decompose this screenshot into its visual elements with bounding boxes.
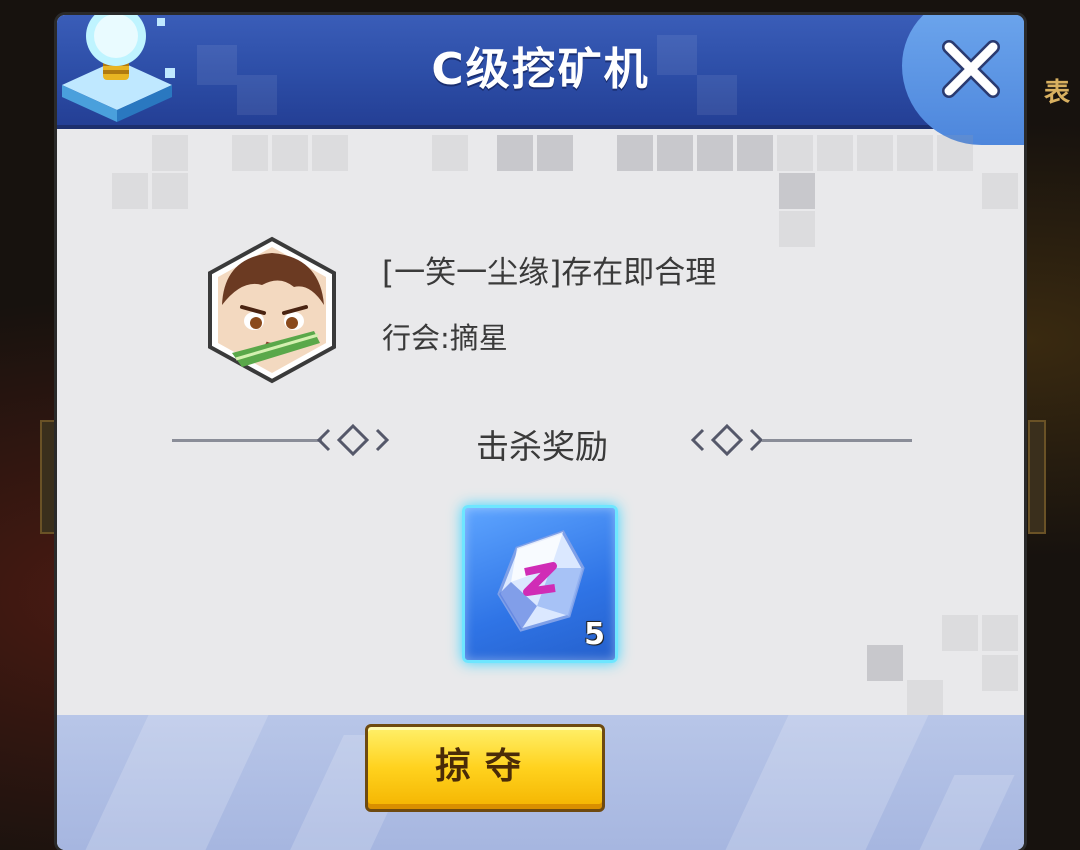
reward-title: 击杀奖励 [476, 427, 608, 466]
player-avatar [208, 236, 336, 384]
background-text: 表 [1044, 78, 1071, 108]
divider-right-line [762, 439, 912, 442]
reward-item-slot[interactable]: 5 [462, 505, 618, 663]
lightbulb-icon [62, 15, 175, 122]
divider-left-line [172, 439, 322, 442]
dialog-header: C级挖矿机 [57, 15, 1024, 145]
background-frame-left [40, 420, 58, 534]
background-frame-right [1028, 420, 1046, 534]
player-guild: 行会:摘星 [382, 321, 508, 355]
diamond-ornament-left-icon [316, 423, 390, 457]
plunder-button[interactable]: 掠夺 [365, 724, 605, 812]
player-name: [一笑一尘缘]存在即合理 [382, 255, 717, 291]
close-button[interactable] [935, 33, 1007, 105]
reward-item-count: 5 [584, 617, 605, 652]
close-icon [942, 40, 1000, 98]
diamond-ornament-right-icon [690, 423, 764, 457]
dialog-title: C级挖矿机 [431, 44, 650, 95]
